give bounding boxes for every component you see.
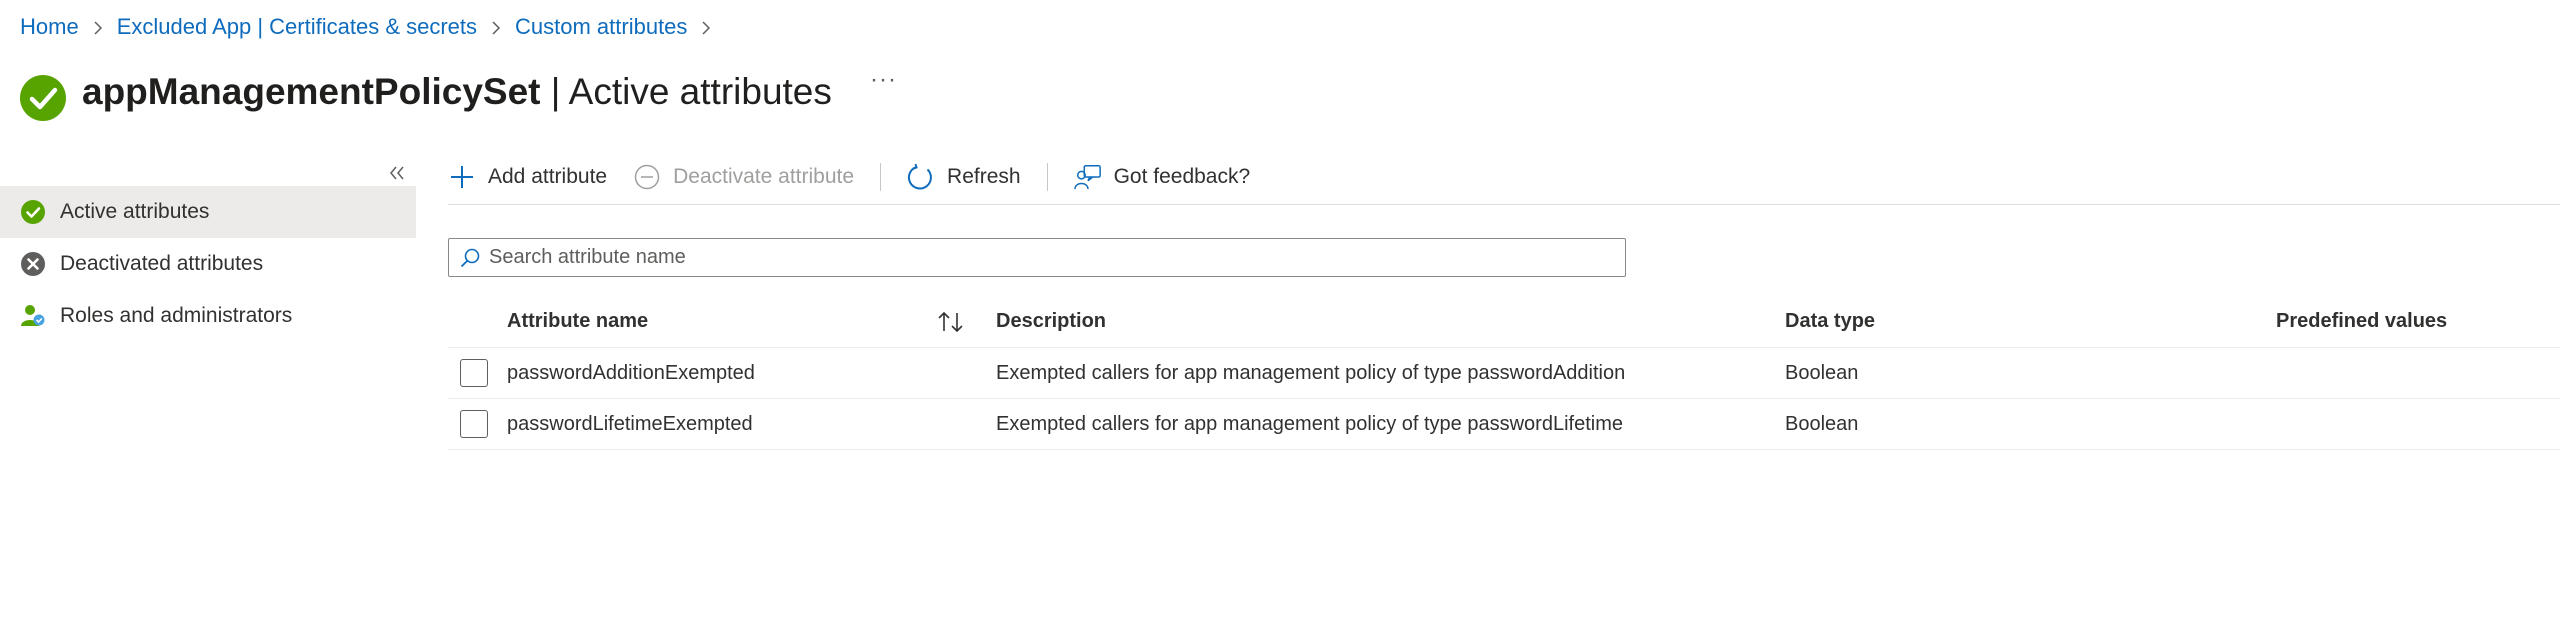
chevron-right-icon: [79, 14, 117, 40]
sort-icon[interactable]: [936, 296, 966, 347]
page-header: appManagementPolicySet | Active attribut…: [20, 60, 832, 124]
table-header-row: Attribute name Description Data type Pre…: [448, 296, 2560, 348]
row-checkbox[interactable]: [460, 359, 488, 387]
x-circle-icon: [20, 251, 46, 277]
feedback-button[interactable]: Got feedback?: [1073, 163, 1251, 191]
table-row[interactable]: passwordAdditionExempted Exempted caller…: [448, 348, 2560, 399]
chevron-right-icon: [687, 14, 725, 40]
attribute-name-cell: passwordLifetimeExempted: [507, 412, 753, 435]
data-type-cell: Boolean: [1785, 361, 1859, 384]
breadcrumb-app-certificates[interactable]: Excluded App | Certificates & secrets: [117, 14, 477, 40]
attributes-table: Attribute name Description Data type Pre…: [448, 296, 2560, 450]
page-title-blade: | Active attributes: [540, 71, 832, 112]
more-options-button[interactable]: ···: [870, 66, 897, 94]
toolbar-divider: [880, 163, 882, 191]
person-icon: [20, 303, 46, 329]
sidebar-item-label: Active attributes: [60, 200, 210, 223]
search-input[interactable]: [489, 246, 1589, 269]
feedback-person-icon: [1073, 163, 1102, 191]
collapse-sidebar-icon[interactable]: [386, 162, 408, 184]
data-type-cell: Boolean: [1785, 412, 1859, 435]
plus-icon: [448, 163, 476, 191]
refresh-icon: [907, 163, 935, 191]
deactivate-attribute-button[interactable]: Deactivate attribute: [633, 163, 854, 191]
breadcrumb: Home Excluded App | Certificates & secre…: [20, 13, 725, 41]
sidebar-item-label: Roles and administrators: [60, 304, 293, 327]
search-icon: [459, 247, 481, 269]
refresh-label: Refresh: [947, 165, 1021, 188]
add-attribute-label: Add attribute: [488, 165, 608, 188]
sidebar-item-active-attributes[interactable]: Active attributes: [0, 186, 416, 238]
sidebar-item-label: Deactivated attributes: [60, 252, 264, 275]
breadcrumb-custom-attributes[interactable]: Custom attributes: [515, 14, 687, 40]
command-bar: Add attribute Deactivate attribute Refre…: [448, 155, 1250, 199]
toolbar-divider: [1046, 163, 1048, 191]
description-cell: Exempted callers for app management poli…: [996, 412, 1623, 435]
toolbar-divider-line: [448, 204, 2560, 205]
breadcrumb-home[interactable]: Home: [20, 14, 79, 40]
search-box: [448, 238, 1626, 277]
chevron-right-icon: [477, 14, 515, 40]
row-checkbox-cell: [460, 348, 488, 398]
column-header-description[interactable]: Description: [996, 296, 1106, 347]
sidebar-item-deactivated-attributes[interactable]: Deactivated attributes: [0, 238, 416, 290]
deactivate-attribute-label: Deactivate attribute: [673, 165, 855, 188]
column-header-predefined-values[interactable]: Predefined values: [2276, 296, 2447, 347]
page-title: appManagementPolicySet | Active attribut…: [82, 71, 832, 113]
feedback-label: Got feedback?: [1113, 165, 1251, 188]
check-circle-icon: [20, 75, 66, 121]
page-title-resource: appManagementPolicySet: [82, 71, 541, 112]
column-header-attribute-name[interactable]: Attribute name: [507, 296, 648, 347]
refresh-button[interactable]: Refresh: [907, 163, 1021, 191]
column-header-data-type[interactable]: Data type: [1785, 296, 1875, 347]
sidebar-item-roles-administrators[interactable]: Roles and administrators: [0, 290, 416, 342]
sidebar: Active attributes Deactivated attributes…: [0, 186, 416, 342]
check-circle-icon: [20, 199, 46, 225]
attribute-name-cell: passwordAdditionExempted: [507, 361, 755, 384]
add-attribute-button[interactable]: Add attribute: [448, 163, 607, 191]
row-checkbox[interactable]: [460, 410, 488, 438]
table-row[interactable]: passwordLifetimeExempted Exempted caller…: [448, 399, 2560, 450]
description-cell: Exempted callers for app management poli…: [996, 361, 1626, 384]
minus-circle-icon: [633, 163, 661, 191]
row-checkbox-cell: [460, 399, 488, 449]
